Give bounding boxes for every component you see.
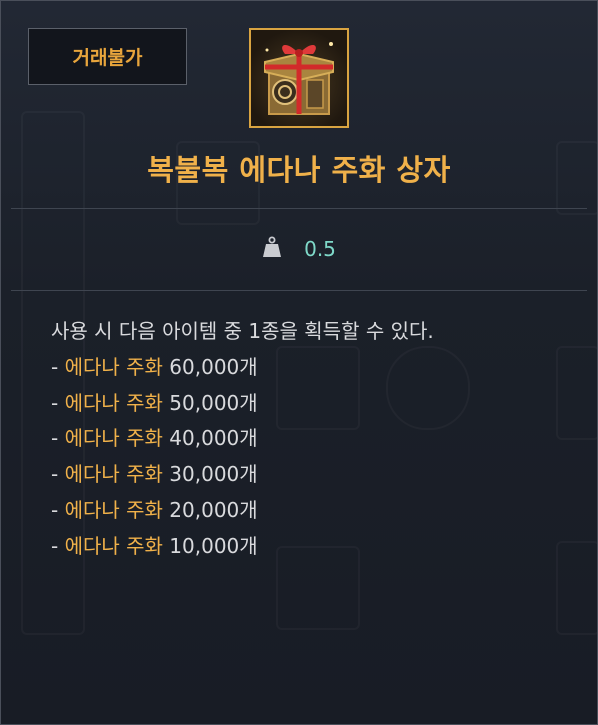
divider <box>11 290 587 291</box>
reward-prefix: - <box>51 462 65 487</box>
item-description: 사용 시 다음 아이템 중 1종을 획득할 수 있다. - 에다나 주화 60,… <box>51 314 434 565</box>
description-intro: 사용 시 다음 아이템 중 1종을 획득할 수 있다. <box>51 319 434 343</box>
reward-name: 에다나 주화 <box>64 354 163 379</box>
background-slot <box>556 346 597 440</box>
weight-row: 0.5 <box>1 229 597 269</box>
reward-amount: 40,000개 <box>162 426 258 451</box>
reward-name: 에다나 주화 <box>64 533 163 558</box>
reward-amount: 30,000개 <box>162 462 258 487</box>
divider <box>11 208 587 209</box>
reward-name: 에다나 주화 <box>64 462 163 487</box>
reward-line: - 에다나 주화 20,000개 <box>51 493 434 529</box>
reward-prefix: - <box>51 497 65 522</box>
item-name: 복불복 에다나 주화 상자 <box>147 153 451 187</box>
reward-line: - 에다나 주화 10,000개 <box>51 529 434 565</box>
gift-box-icon <box>249 28 349 128</box>
background-slot <box>556 541 597 635</box>
reward-amount: 10,000개 <box>162 533 258 558</box>
reward-amount: 20,000개 <box>162 497 258 522</box>
reward-line: - 에다나 주화 30,000개 <box>51 457 434 493</box>
reward-amount: 50,000개 <box>162 390 258 415</box>
reward-prefix: - <box>51 354 65 379</box>
reward-line: - 에다나 주화 60,000개 <box>51 350 434 386</box>
untradable-badge: 거래불가 <box>28 28 187 85</box>
reward-prefix: - <box>51 533 65 558</box>
reward-name: 에다나 주화 <box>64 497 163 522</box>
item-tooltip: 거래불가 복불복 에다나 주화 상자 0.5 사용 시 다음 아이템 중 1종을… <box>0 0 598 725</box>
reward-amount: 60,000개 <box>162 354 258 379</box>
reward-prefix: - <box>51 426 65 451</box>
weight-value: 0.5 <box>304 237 336 261</box>
reward-line: - 에다나 주화 40,000개 <box>51 421 434 457</box>
reward-prefix: - <box>51 390 65 415</box>
weight-icon <box>262 236 282 262</box>
reward-name: 에다나 주화 <box>64 390 163 415</box>
reward-name: 에다나 주화 <box>64 426 163 451</box>
reward-line: - 에다나 주화 50,000개 <box>51 386 434 422</box>
